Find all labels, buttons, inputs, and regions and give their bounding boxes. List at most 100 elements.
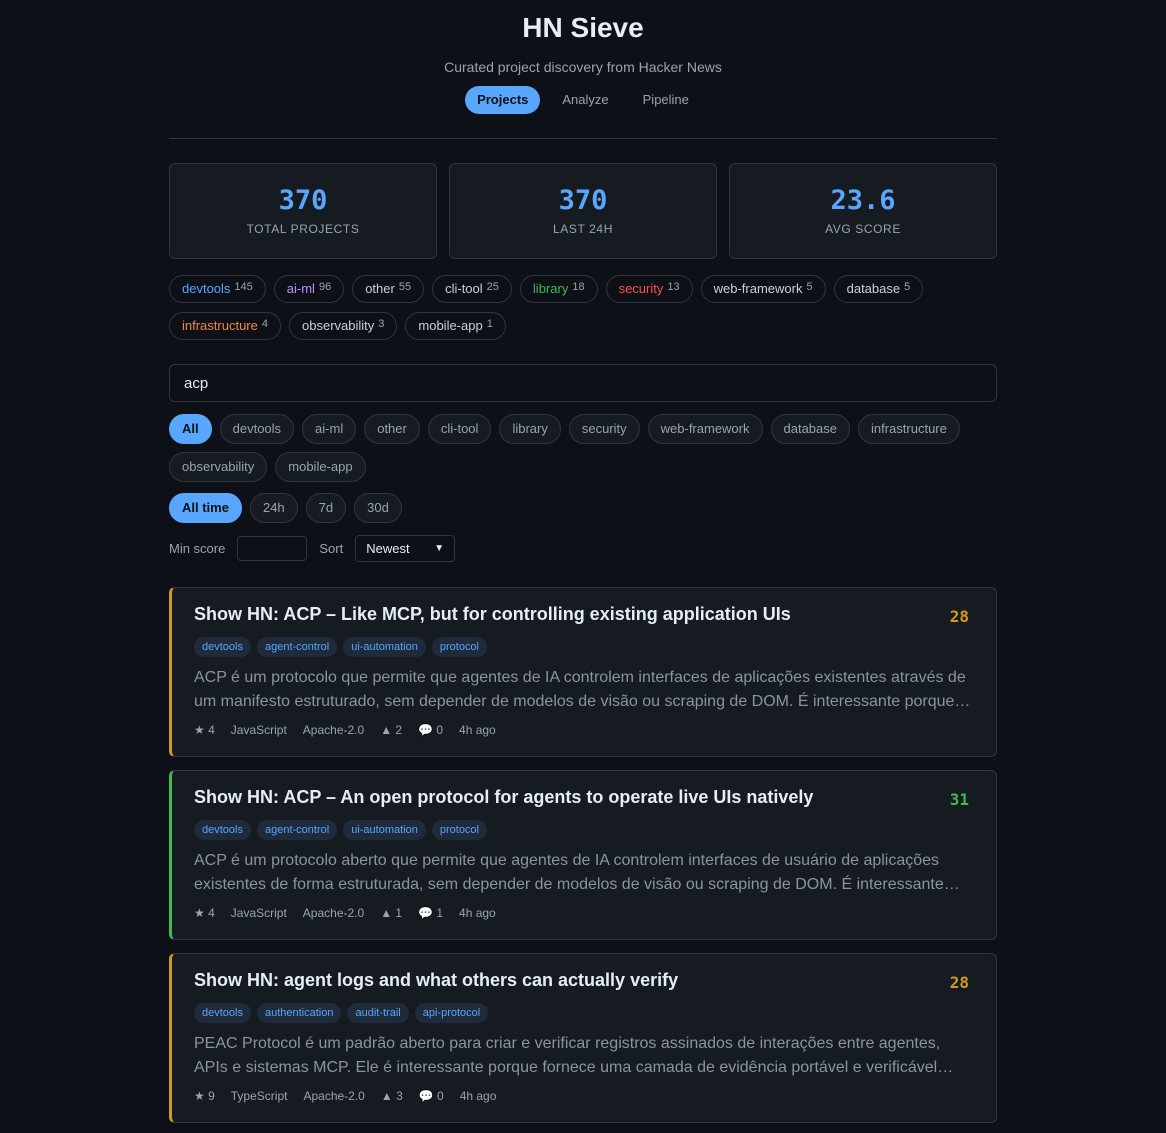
search-input[interactable] (169, 364, 997, 402)
filter-library[interactable]: library (499, 414, 561, 444)
project-tag[interactable]: agent-control (256, 820, 338, 840)
time-filter-24h[interactable]: 24h (249, 493, 298, 523)
stat-card-last-24h: 370 LAST 24H (449, 163, 717, 259)
project-title[interactable]: Show HN: ACP – An open protocol for agen… (194, 786, 974, 808)
category-count: 1 (486, 318, 493, 330)
tab-pipeline[interactable]: Pipeline (631, 86, 701, 114)
project-tag[interactable]: devtools (194, 1003, 251, 1023)
comment-count[interactable]: 💬 1 (418, 906, 443, 920)
tab-analyze[interactable]: Analyze (550, 86, 620, 114)
project-tag[interactable]: authentication (256, 1003, 342, 1023)
project-meta: ★ 4 JavaScript Apache-2.0 ▲ 1 💬 1 4h ago (194, 906, 974, 920)
category-count-database[interactable]: database 5 (833, 275, 924, 303)
project-tag[interactable]: protocol (431, 820, 487, 840)
star-count: ★ 4 (194, 723, 215, 737)
filter-observability[interactable]: observability (169, 452, 268, 482)
hn-points: ▲ 3 (380, 1089, 403, 1103)
project-age: 4h ago (459, 723, 496, 737)
category-count: 5 (806, 281, 813, 293)
category-name: security (618, 281, 664, 296)
category-count-devtools[interactable]: devtools 145 (169, 275, 266, 303)
project-tag[interactable]: ui-automation (343, 637, 426, 657)
filter-ai-ml[interactable]: ai-ml (302, 414, 357, 444)
project-card[interactable]: Show HN: ACP – An open protocol for agen… (169, 770, 997, 940)
category-count: 25 (486, 281, 499, 293)
category-name: devtools (182, 281, 231, 296)
min-score-label: Min score (169, 541, 226, 556)
project-list: Show HN: ACP – Like MCP, but for control… (169, 587, 997, 1123)
category-count-web-framework[interactable]: web-framework 5 (700, 275, 826, 303)
project-meta: ★ 4 JavaScript Apache-2.0 ▲ 2 💬 0 4h ago (194, 723, 974, 737)
project-description: ACP é um protocolo aberto que permite qu… (194, 852, 960, 893)
time-filter-30d[interactable]: 30d (354, 493, 402, 523)
time-filters: All time 24h 7d 30d (169, 493, 997, 523)
project-tag[interactable]: agent-control (256, 637, 338, 657)
project-tag[interactable]: audit-trail (347, 1003, 409, 1023)
category-count-mobile-app[interactable]: mobile-app 1 (405, 312, 506, 340)
project-language: TypeScript (230, 1089, 288, 1103)
category-count-ai-ml[interactable]: ai-ml 96 (273, 275, 345, 303)
project-tag[interactable]: ui-automation (343, 820, 426, 840)
filter-web-framework[interactable]: web-framework (647, 414, 763, 444)
sort-select[interactable]: Newest ▼ (355, 535, 456, 562)
project-license: Apache-2.0 (302, 723, 365, 737)
category-count: 145 (234, 281, 253, 293)
filter-cli-tool[interactable]: cli-tool (427, 414, 492, 444)
filter-mobile-app[interactable]: mobile-app (275, 452, 366, 482)
sort-label: Sort (319, 541, 344, 556)
tab-projects[interactable]: Projects (465, 86, 541, 114)
category-name: mobile-app (418, 318, 483, 333)
category-count: 5 (904, 281, 911, 293)
project-meta: ★ 9 TypeScript Apache-2.0 ▲ 3 💬 0 4h ago (194, 1089, 974, 1103)
category-count-observability[interactable]: observability 3 (289, 312, 398, 340)
project-card[interactable]: Show HN: agent logs and what others can … (169, 953, 997, 1123)
min-score-input[interactable] (237, 536, 308, 561)
filter-all[interactable]: All (169, 414, 212, 444)
header-divider (169, 138, 997, 139)
category-count: 55 (398, 281, 412, 293)
project-language: JavaScript (230, 906, 287, 920)
project-title[interactable]: Show HN: ACP – Like MCP, but for control… (194, 603, 974, 625)
stat-card-avg-score: 23.6 AVG SCORE (729, 163, 997, 259)
stat-value: 23.6 (830, 185, 896, 216)
comment-count[interactable]: 💬 0 (419, 1089, 444, 1103)
category-count-infrastructure[interactable]: infrastructure 4 (169, 312, 281, 340)
project-tag[interactable]: devtools (194, 820, 251, 840)
time-filter-7d[interactable]: 7d (305, 493, 347, 523)
category-filters: All devtools ai-ml other cli-tool librar… (169, 414, 997, 482)
category-count-library[interactable]: library 18 (519, 275, 598, 303)
category-counts: devtools 145 ai-ml 96 other 55 cli-tool 25 l… (169, 275, 997, 340)
category-name: library (532, 281, 569, 296)
category-count-cli-tool[interactable]: cli-tool 25 (432, 275, 512, 303)
main-nav: Projects Analyze Pipeline (169, 86, 997, 114)
project-license: Apache-2.0 (302, 906, 365, 920)
project-score: 31 (949, 790, 969, 809)
comment-count[interactable]: 💬 0 (418, 723, 443, 737)
filter-other[interactable]: other (364, 414, 420, 444)
sort-value: Newest (366, 541, 410, 556)
hn-points: ▲ 2 (380, 723, 403, 737)
star-count: ★ 4 (194, 906, 215, 920)
project-tag[interactable]: protocol (431, 637, 487, 657)
filter-infrastructure[interactable]: infrastructure (858, 414, 960, 444)
project-card[interactable]: Show HN: ACP – Like MCP, but for control… (169, 587, 997, 757)
category-name: observability (302, 318, 375, 333)
app-subtitle: Curated project discovery from Hacker Ne… (444, 59, 722, 75)
project-tags: devtools agent-control ui-automation pro… (194, 820, 974, 840)
filter-security[interactable]: security (568, 414, 640, 444)
stat-value: 370 (558, 185, 608, 216)
category-count: 18 (572, 281, 585, 293)
filter-database[interactable]: database (770, 414, 850, 444)
project-tag[interactable]: devtools (194, 637, 251, 657)
app-title: HN Sieve (522, 12, 644, 43)
project-title[interactable]: Show HN: agent logs and what others can … (194, 969, 974, 991)
project-description: PEAC Protocol é um padrão aberto para cr… (194, 1035, 941, 1076)
category-count-security[interactable]: security 13 (605, 275, 693, 303)
category-name: cli-tool (445, 281, 483, 296)
filter-devtools[interactable]: devtools (219, 414, 295, 444)
category-count: 4 (261, 318, 268, 330)
category-count-other[interactable]: other 55 (352, 275, 425, 303)
project-tag[interactable]: api-protocol (414, 1003, 489, 1023)
time-filter-all-time[interactable]: All time (169, 493, 242, 523)
project-tags: devtools authentication audit-trail api-… (194, 1003, 974, 1023)
